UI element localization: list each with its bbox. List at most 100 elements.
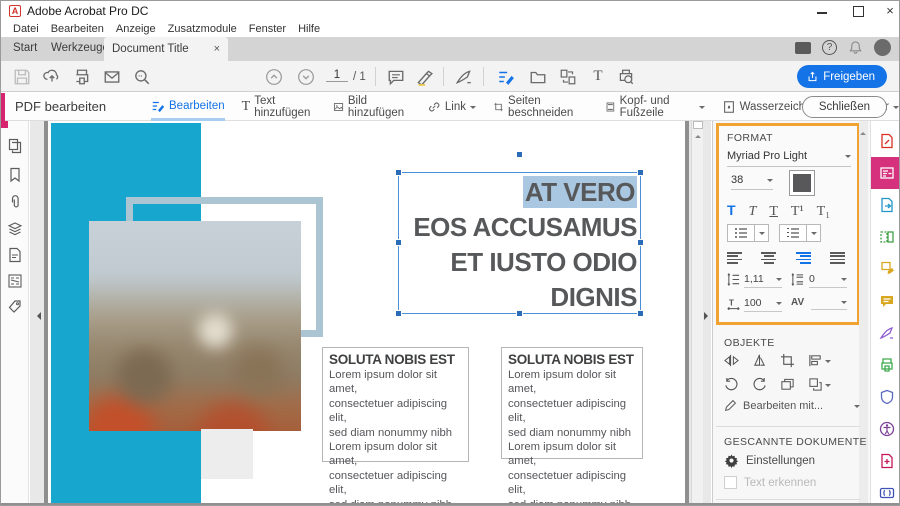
align-objects-button[interactable] <box>808 353 831 368</box>
edit-pdf-tool-icon[interactable] <box>871 157 900 189</box>
header-footer-button[interactable]: Kopf- und Fußzeile <box>605 93 705 121</box>
resize-handle[interactable] <box>395 310 402 317</box>
horizontal-scale-select[interactable]: 100 <box>744 297 782 312</box>
print-preview-icon[interactable] <box>617 68 635 86</box>
subscript-button[interactable]: T₁ <box>817 204 830 220</box>
menu-bearbeiten[interactable]: Bearbeiten <box>45 23 110 35</box>
resize-handle[interactable] <box>637 310 644 317</box>
minimize-button[interactable] <box>813 3 831 19</box>
collapse-right-pane-icon[interactable] <box>704 312 712 320</box>
align-center-button[interactable] <box>761 252 776 264</box>
replace-image-icon[interactable] <box>780 377 795 392</box>
comment-tool-icon[interactable] <box>871 285 900 317</box>
convert-pages-icon[interactable] <box>559 68 577 86</box>
comment-icon[interactable] <box>387 68 405 86</box>
font-size-select[interactable]: 38 <box>731 174 773 190</box>
menu-zusatzmodule[interactable]: Zusatzmodule <box>162 23 243 35</box>
numbered-list-button[interactable] <box>779 224 821 242</box>
save-icon[interactable] <box>13 68 31 86</box>
javascript-tool-icon[interactable] <box>871 477 900 506</box>
resize-handle[interactable] <box>395 239 402 246</box>
line-spacing-select[interactable]: 1,11 <box>744 273 782 288</box>
edit-mode-button[interactable]: Bearbeiten <box>151 93 225 121</box>
resize-handle[interactable] <box>637 239 644 246</box>
tags-icon[interactable] <box>7 299 23 315</box>
tab-close-icon[interactable]: × <box>214 43 220 55</box>
page-number-input[interactable] <box>326 69 348 82</box>
text-column-1[interactable]: SOLUTA NOBIS EST Lorem ipsum dolor sit a… <box>322 347 469 462</box>
align-right-button[interactable] <box>796 252 811 264</box>
accessibility-tool-icon[interactable] <box>871 413 900 445</box>
tab-start[interactable]: Start <box>13 42 37 54</box>
menu-anzeige[interactable]: Anzeige <box>110 23 162 35</box>
crop-object-icon[interactable] <box>780 353 795 368</box>
scrollbar-thumb[interactable] <box>693 121 703 129</box>
paragraph-spacing-select[interactable]: 0 <box>809 273 847 288</box>
collapse-left-pane-icon[interactable] <box>33 312 41 320</box>
content-icon[interactable] <box>7 247 23 263</box>
sign-pen-icon[interactable] <box>455 68 473 86</box>
print-production-tool-icon[interactable] <box>871 349 900 381</box>
font-family-select[interactable]: Myriad Pro Light <box>727 150 851 167</box>
search-icon[interactable] <box>133 68 151 86</box>
italic-button[interactable]: T <box>749 204 757 220</box>
user-avatar[interactable] <box>874 39 891 56</box>
link-button[interactable]: Link <box>427 93 476 121</box>
scroll-up-icon[interactable] <box>860 129 866 135</box>
arrange-objects-button[interactable] <box>808 377 831 392</box>
add-text-button[interactable]: T Text hinzufügen <box>242 93 316 121</box>
edit-pdf-icon[interactable] <box>497 68 515 86</box>
order-icon[interactable] <box>7 273 23 289</box>
selected-heading-textbox[interactable]: AT VERO EOS ACCUSAMUS ET IUSTO ODIO DIGN… <box>398 172 641 314</box>
notifications-bell-icon[interactable] <box>848 40 863 55</box>
tab-werkzeuge[interactable]: Werkzeuge <box>51 42 109 54</box>
previous-page-icon[interactable] <box>265 68 283 86</box>
fill-sign-tool-icon[interactable] <box>871 317 900 349</box>
attachments-icon[interactable] <box>7 194 23 210</box>
edit-with-button[interactable]: Bearbeiten mit... <box>724 399 860 412</box>
rotate-ccw-icon[interactable] <box>724 377 739 392</box>
export-pdf-tool-icon[interactable] <box>871 189 900 221</box>
bold-button[interactable]: T <box>727 202 736 218</box>
resize-handle[interactable] <box>395 169 402 176</box>
rotate-handle[interactable] <box>516 151 523 158</box>
protect-tool-icon[interactable] <box>871 381 900 413</box>
organize-pages-tool-icon[interactable] <box>871 253 900 285</box>
add-image-button[interactable]: Bild hinzufügen <box>333 93 410 121</box>
recognize-text-checkbox[interactable] <box>724 476 737 489</box>
create-pdf-tool-icon[interactable] <box>871 125 900 157</box>
recognize-text-option[interactable]: Text erkennen <box>724 476 816 489</box>
underline-button[interactable]: T <box>769 204 778 220</box>
print-icon[interactable] <box>73 68 91 86</box>
highlighter-icon[interactable] <box>415 68 433 86</box>
font-color-swatch[interactable] <box>789 170 815 196</box>
menu-fenster[interactable]: Fenster <box>243 23 292 35</box>
flip-vertical-icon[interactable] <box>752 353 767 368</box>
add-text-tool-icon[interactable]: T <box>589 68 607 86</box>
rotate-cw-icon[interactable] <box>752 377 767 392</box>
resize-handle[interactable] <box>516 310 523 317</box>
scroll-up-icon[interactable] <box>695 132 701 138</box>
kerning-select[interactable] <box>811 297 847 310</box>
text-column-2[interactable]: SOLUTA NOBIS EST Lorem ipsum dolor sit a… <box>501 347 643 459</box>
maximize-button[interactable] <box>849 3 867 19</box>
bullet-list-button[interactable] <box>727 224 769 242</box>
menu-hilfe[interactable]: Hilfe <box>292 23 326 35</box>
superscript-button[interactable]: T¹ <box>791 204 804 220</box>
combine-files-tool-icon[interactable] <box>871 221 900 253</box>
share-file-button[interactable]: Freigeben <box>797 65 887 88</box>
email-icon[interactable] <box>103 68 121 86</box>
layers-icon[interactable] <box>7 221 23 237</box>
feedback-chat-icon[interactable] <box>795 42 811 54</box>
bookmarks-icon[interactable] <box>7 167 23 183</box>
flip-horizontal-icon[interactable] <box>724 353 739 368</box>
help-icon[interactable]: ? <box>822 40 837 55</box>
align-justify-button[interactable] <box>830 252 845 264</box>
open-folder-icon[interactable] <box>529 68 547 86</box>
close-tool-button[interactable]: Schließen <box>802 96 887 118</box>
resize-handle[interactable] <box>637 169 644 176</box>
scan-settings-button[interactable]: Einstellungen <box>724 453 815 468</box>
tab-document-title[interactable]: Document Title × <box>104 37 228 61</box>
optimize-pdf-tool-icon[interactable] <box>871 445 900 477</box>
page-thumbnails-icon[interactable] <box>7 138 23 154</box>
